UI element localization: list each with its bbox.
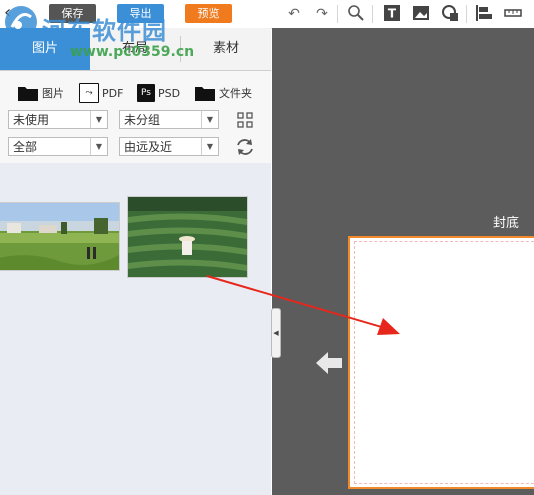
filter-type-pdf[interactable]: ⤳ PDF <box>79 83 123 103</box>
toolbar-divider <box>466 5 467 23</box>
chevron-down-icon: ▼ <box>90 111 107 128</box>
watermark-site-name: 河东软件园 <box>42 17 167 45</box>
group-select-value: 未分组 <box>124 113 161 127</box>
drag-hint-arrow <box>206 275 400 335</box>
filter-type-label: PDF <box>102 86 124 100</box>
usage-select-value: 未使用 <box>13 113 50 127</box>
scope-select-value: 全部 <box>13 140 38 154</box>
chevron-down-icon: ▼ <box>201 111 218 128</box>
align-icon[interactable] <box>474 4 494 24</box>
zoom-icon[interactable] <box>346 4 366 24</box>
image-thumbnail-village[interactable] <box>0 202 120 271</box>
grid-view-icon[interactable] <box>236 111 254 129</box>
usage-select[interactable]: 未使用 ▼ <box>8 110 108 129</box>
filter-panel: 图片 ⤳ PDF Ps PSD 文件夹 未使用 ▼ 未分组 ▼ 全部 ▼ 由远及… <box>0 71 271 163</box>
tab-materials[interactable]: 素材 <box>181 28 271 70</box>
image-thumbnail-tea-field[interactable] <box>127 196 248 278</box>
watermark-url: www.pc0359.cn <box>70 44 195 60</box>
scope-select[interactable]: 全部 ▼ <box>8 137 108 156</box>
filter-type-images[interactable]: 图片 <box>17 83 64 103</box>
filter-type-label: 文件夹 <box>219 87 252 100</box>
toolbar-divider <box>372 5 373 23</box>
toolbar-divider <box>337 5 338 23</box>
psd-icon: Ps <box>137 84 155 102</box>
undo-icon[interactable]: ↶ <box>284 4 304 24</box>
arrow-left-icon[interactable] <box>314 350 344 376</box>
filter-type-psd[interactable]: Ps PSD <box>137 83 180 103</box>
preview-button[interactable]: 预览 <box>185 4 232 23</box>
svg-text:T: T <box>388 7 397 21</box>
watermark-logo <box>4 3 38 41</box>
refresh-icon[interactable] <box>234 136 256 158</box>
ruler-icon[interactable] <box>503 4 523 24</box>
redo-icon[interactable]: ↷ <box>312 4 332 24</box>
folder-icon <box>18 87 38 101</box>
text-icon[interactable]: T <box>382 4 402 24</box>
filter-type-folder[interactable]: 文件夹 <box>194 83 252 103</box>
group-select[interactable]: 未分组 ▼ <box>119 110 219 129</box>
filter-type-label: PSD <box>158 86 181 100</box>
folder-icon <box>195 87 215 101</box>
chevron-down-icon: ▼ <box>201 138 218 155</box>
chevron-down-icon: ▼ <box>90 138 107 155</box>
filter-type-label: 图片 <box>42 87 64 100</box>
image-icon[interactable] <box>411 4 431 24</box>
pdf-icon: ⤳ <box>79 83 99 103</box>
sort-select[interactable]: 由远及近 ▼ <box>119 137 219 156</box>
shape-icon[interactable] <box>440 4 460 24</box>
page-label: 封底 <box>493 216 520 231</box>
sort-select-value: 由远及近 <box>124 140 173 154</box>
